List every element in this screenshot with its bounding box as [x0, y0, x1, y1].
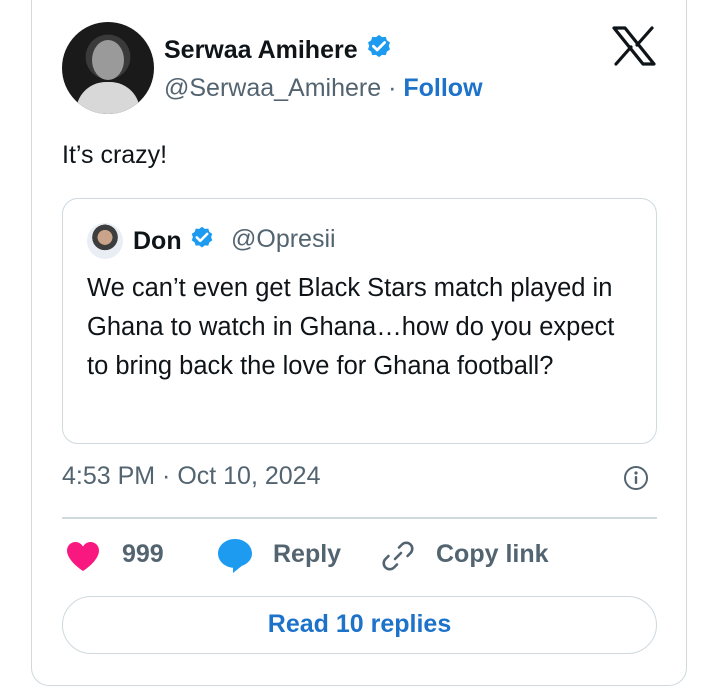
divider [62, 517, 657, 519]
quoted-author-name[interactable]: Don [133, 227, 182, 255]
tweet-text: It’s crazy! [62, 141, 168, 169]
reply-bubble-icon[interactable] [216, 536, 254, 574]
verified-badge-icon [364, 33, 394, 70]
quoted-tweet-text: We can’t even get Black Stars match play… [87, 274, 615, 380]
like-count[interactable]: 999 [122, 540, 164, 569]
verified-badge-icon [188, 225, 216, 260]
quoted-author-name-row[interactable]: Don [133, 225, 216, 260]
author-handle-line: @Serwaa_Amihere · Follow [164, 74, 483, 103]
author-name-row[interactable]: Serwaa Amihere [164, 33, 394, 70]
author-name[interactable]: Serwaa Amihere [164, 36, 358, 64]
tweet-timestamp[interactable]: 4:53 PM · Oct 10, 2024 [62, 462, 320, 491]
author-handle[interactable]: @Serwaa_Amihere [164, 74, 381, 102]
heart-icon[interactable] [65, 540, 101, 572]
quoted-avatar[interactable] [87, 223, 123, 259]
separator-dot: · [388, 74, 397, 102]
link-icon[interactable] [380, 538, 416, 574]
quoted-tweet[interactable]: Don @Opresii We can’t even get Black Sta… [62, 198, 657, 444]
copy-link-button[interactable]: Copy link [436, 540, 549, 569]
info-icon[interactable] [623, 465, 649, 491]
x-logo-icon[interactable] [612, 26, 656, 66]
author-avatar[interactable] [62, 22, 154, 114]
follow-button[interactable]: Follow [403, 74, 482, 102]
quoted-author-handle[interactable]: @Opresii [231, 225, 336, 254]
reply-button[interactable]: Reply [273, 540, 341, 569]
read-replies-button[interactable]: Read 10 replies [62, 596, 657, 654]
